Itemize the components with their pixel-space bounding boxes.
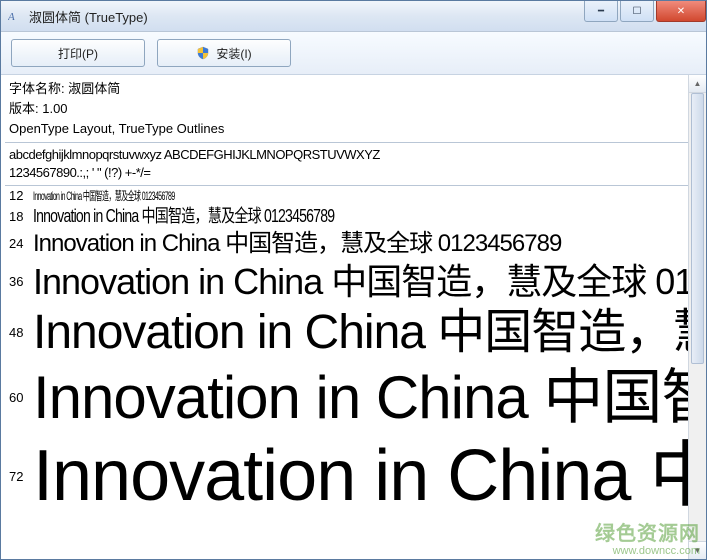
sample-size-label: 48 — [9, 305, 33, 363]
window-controls: ━ ☐ ✕ — [584, 1, 706, 31]
app-icon: A — [7, 8, 23, 24]
scroll-up-icon[interactable]: ▲ — [689, 75, 706, 93]
vertical-scrollbar[interactable]: ▲ ▼ — [688, 75, 706, 559]
sample-row: 36Innovation in China 中国智造，慧及全球 01234567… — [5, 261, 706, 305]
sample-size-label: 72 — [9, 435, 33, 521]
close-icon: ✕ — [677, 6, 685, 17]
font-name-line: 字体名称: 淑圆体简 — [5, 79, 706, 99]
sample-row: 12Innovation in China 中国智造，慧及全球 01234567… — [5, 189, 706, 206]
preview-content: 字体名称: 淑圆体简 版本: 1.00 OpenType Layout, Tru… — [1, 75, 706, 559]
sample-row: 72Innovation in China 中国智造，慧及全球 01234567… — [5, 435, 706, 521]
sample-text: Innovation in China 中国智造，慧及全球 0123456789 — [33, 189, 175, 203]
close-button[interactable]: ✕ — [656, 1, 706, 22]
sample-list: 12Innovation in China 中国智造，慧及全球 01234567… — [5, 189, 706, 521]
scroll-thumb[interactable] — [691, 93, 704, 364]
version-line: 版本: 1.00 — [5, 99, 706, 119]
sample-size-label: 24 — [9, 230, 33, 261]
sample-size-label: 12 — [9, 189, 33, 206]
sample-row: 24Innovation in China 中国智造，慧及全球 01234567… — [5, 230, 706, 261]
watermark-text: 绿色资源网 — [595, 523, 700, 545]
tech-line: OpenType Layout, TrueType Outlines — [5, 119, 706, 139]
sample-row: 18Innovation in China 中国智造，慧及全球 01234567… — [5, 206, 706, 230]
svg-text:A: A — [8, 11, 15, 23]
window-title: 淑圆体简 (TrueType) — [29, 7, 148, 26]
uac-shield-icon — [196, 46, 210, 60]
scroll-down-icon[interactable]: ▼ — [689, 541, 706, 559]
maximize-icon: ☐ — [633, 6, 642, 17]
print-button[interactable]: 打印(P) — [11, 39, 145, 67]
sample-size-label: 18 — [9, 206, 33, 230]
sample-size-label: 36 — [9, 261, 33, 305]
charset-alpha: abcdefghijklmnopqrstuvwxyz ABCDEFGHIJKLM… — [5, 146, 706, 164]
divider — [5, 142, 706, 143]
sample-size-label: 60 — [9, 363, 33, 435]
sample-row: 60Innovation in China 中国智造，慧及全球 01234567… — [5, 363, 706, 435]
sample-text: Innovation in China 中国智造，慧及全球 0123456789 — [33, 230, 561, 258]
maximize-button[interactable]: ☐ — [620, 1, 654, 22]
toolbar: 打印(P) 安装(I) — [1, 32, 706, 75]
install-button[interactable]: 安装(I) — [157, 39, 291, 67]
minimize-icon: ━ — [598, 6, 604, 17]
charset-symbols: 1234567890.:,; ' " (!?) +-*/= — [5, 164, 706, 182]
minimize-button[interactable]: ━ — [584, 1, 618, 22]
install-button-label: 安装(I) — [216, 45, 251, 62]
sample-row: 48Innovation in China 中国智造，慧及全球 01234567… — [5, 305, 706, 363]
sample-text: Innovation in China 中国智造，慧及全球 0123456789 — [33, 261, 706, 302]
sample-text: Innovation in China 中国智造，慧及全球 0123456789 — [33, 435, 706, 518]
divider — [5, 185, 706, 186]
sample-text: Innovation in China 中国智造，慧及全球 0123456789 — [33, 363, 706, 432]
scroll-track[interactable] — [689, 93, 706, 541]
watermark: 绿色资源网 www.downcc.com — [595, 523, 700, 557]
titlebar[interactable]: A 淑圆体简 (TrueType) ━ ☐ ✕ — [1, 1, 706, 32]
font-viewer-window: A 淑圆体简 (TrueType) ━ ☐ ✕ 打印(P) 安装(I) — [0, 0, 707, 560]
sample-text: Innovation in China 中国智造，慧及全球 0123456789 — [33, 305, 706, 360]
sample-text: Innovation in China 中国智造，慧及全球 0123456789 — [33, 206, 334, 227]
watermark-url: www.downcc.com — [595, 545, 700, 557]
print-button-label: 打印(P) — [58, 45, 98, 62]
